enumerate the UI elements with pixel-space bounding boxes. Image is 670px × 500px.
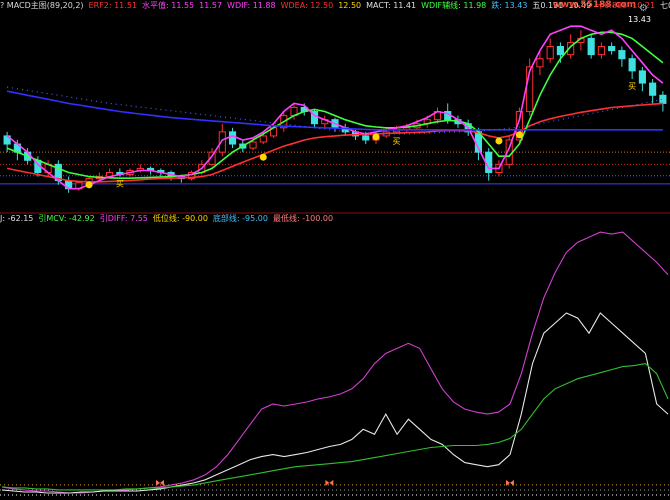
legend-item: ? MACD主图(89,20,2) bbox=[0, 1, 84, 10]
legend-item: 低位线: -90.00 bbox=[152, 214, 208, 223]
price-panel: 买买买13.43 bbox=[0, 15, 670, 193]
candle-body bbox=[249, 141, 257, 149]
legend-item: 最低线: -100.00 bbox=[272, 214, 334, 223]
candle-body bbox=[659, 94, 667, 104]
signal-dot bbox=[259, 153, 267, 161]
candle-body bbox=[587, 37, 595, 56]
legend-item: 12.50 bbox=[338, 1, 362, 10]
legend-item: ERF2: 11.51 bbox=[88, 1, 137, 10]
candle-body bbox=[536, 58, 544, 68]
buy-label: 买 bbox=[392, 137, 400, 146]
gear-icon[interactable]: ⚙ bbox=[639, 4, 648, 14]
legend-item: WDIF辅线: 11.98 bbox=[421, 1, 487, 10]
candle-body bbox=[546, 46, 554, 60]
series-line bbox=[1, 231, 669, 494]
candle-body bbox=[638, 70, 646, 84]
signal-dot bbox=[85, 181, 93, 189]
indicator-panel bbox=[0, 231, 670, 496]
legend-item: 引MCV: -42.92 bbox=[38, 214, 95, 223]
candle-body bbox=[556, 46, 564, 56]
candle-body bbox=[259, 135, 267, 143]
legend-item: 水平值: 11.55 bbox=[142, 1, 195, 10]
legend-item: J: -62.15 bbox=[0, 214, 34, 223]
chart-canvas: 买买买13.43 bbox=[0, 15, 670, 496]
buy-label: 买 bbox=[628, 82, 636, 91]
series-line bbox=[1, 363, 669, 491]
legend-item: 11.57 bbox=[199, 1, 223, 10]
candle-body bbox=[649, 82, 657, 96]
legend-item: 跌: 13.43 bbox=[491, 1, 528, 10]
signal-dot bbox=[515, 131, 523, 139]
legend-item: WDIF: 11.88 bbox=[227, 1, 276, 10]
watermark: www.55188.com bbox=[552, 0, 636, 10]
legend-item: 底部线: -95.00 bbox=[212, 214, 268, 223]
candle-body bbox=[597, 46, 605, 56]
signal-dot bbox=[495, 137, 503, 145]
series-line bbox=[1, 312, 669, 494]
candle-body bbox=[618, 50, 626, 60]
buy-label: 买 bbox=[116, 180, 124, 189]
candle-body bbox=[608, 46, 616, 52]
candle-body bbox=[628, 58, 636, 72]
series-line bbox=[6, 31, 664, 179]
candle-body bbox=[485, 151, 493, 173]
candle-body bbox=[362, 135, 370, 141]
legend-item: WDEA: 12.50 bbox=[280, 1, 334, 10]
signal-dot bbox=[372, 133, 380, 141]
legend-item: 引DIFF: 7.55 bbox=[99, 214, 148, 223]
candle-body bbox=[228, 131, 237, 145]
legend-item: MACT: 11.41 bbox=[366, 1, 417, 10]
indicator-legend: J: -62.15 引MCV: -42.92 引DIFF: 7.55 低位线: -90… bbox=[0, 213, 670, 225]
legend-item: 七0.946 bbox=[660, 1, 670, 10]
price-label: 13.43 bbox=[628, 15, 651, 24]
